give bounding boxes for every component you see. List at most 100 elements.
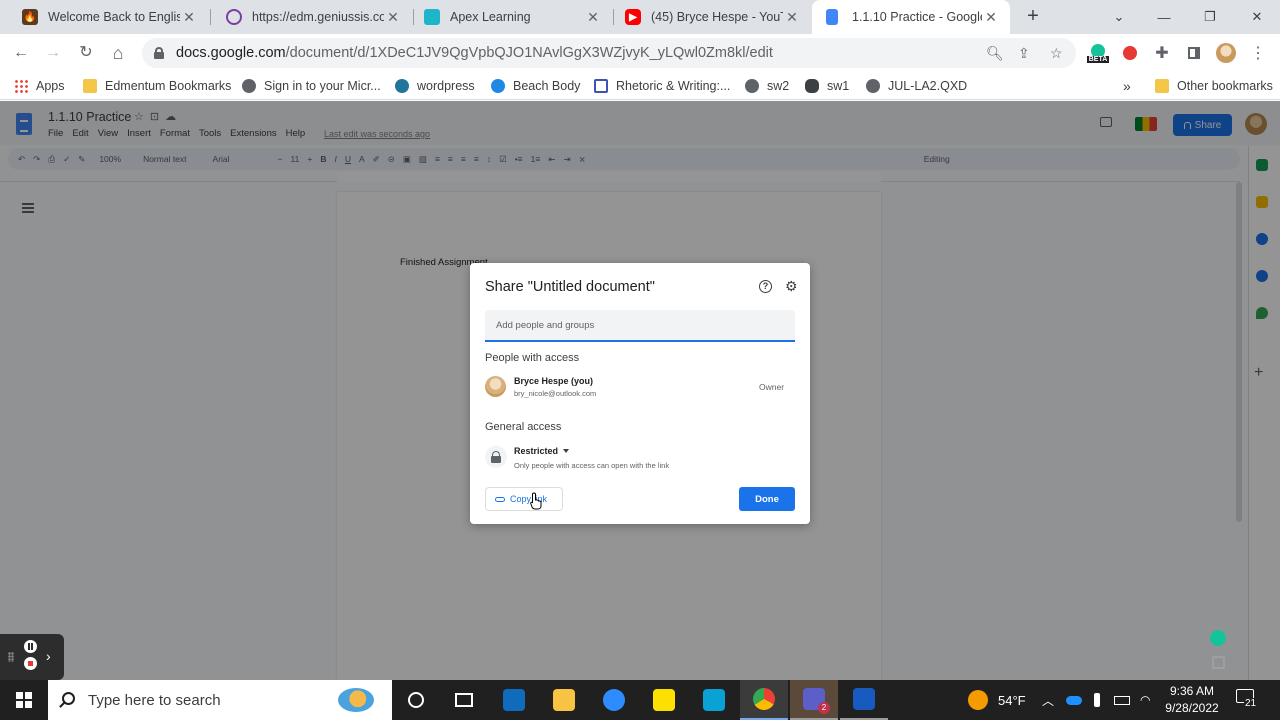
bookmark-edmentum[interactable]: Edmentum Bookmarks bbox=[83, 77, 231, 95]
sidebar-toggle-icon[interactable] bbox=[1183, 42, 1205, 64]
taskbar-search[interactable]: Type here to search bbox=[48, 680, 392, 720]
bookmark-microsoft[interactable]: Sign in to your Micr... bbox=[242, 77, 381, 95]
windows-logo-icon bbox=[16, 692, 32, 708]
tab-geniussis[interactable]: https://edm.geniussis.com ✕ bbox=[212, 0, 412, 34]
url-host: docs.google.com bbox=[176, 45, 286, 61]
taskbar-outlook[interactable] bbox=[490, 680, 538, 720]
share-page-icon[interactable]: ⇪ bbox=[1018, 45, 1030, 62]
bookmark-sw1[interactable]: sw1 bbox=[805, 77, 849, 95]
taskbar-teams[interactable]: 2 bbox=[790, 680, 838, 720]
grammarly-beta-extension[interactable]: BETA bbox=[1086, 42, 1110, 64]
close-window-button[interactable]: ✕ bbox=[1234, 0, 1280, 34]
bookmark-sw2[interactable]: sw2 bbox=[745, 77, 789, 95]
taskbar-zoom[interactable] bbox=[590, 680, 638, 720]
bookmark-label: sw2 bbox=[767, 79, 790, 93]
bookmark-beach-body[interactable]: Beach Body bbox=[491, 77, 580, 95]
avatar bbox=[485, 376, 506, 397]
search-highlight-icon bbox=[338, 688, 374, 712]
caret-down-icon bbox=[563, 449, 570, 453]
task-view-button[interactable] bbox=[392, 680, 440, 720]
tab-welcome-back[interactable]: 🔥 Welcome Back to English ✕ bbox=[8, 0, 208, 34]
bookmark-apps[interactable]: Apps bbox=[14, 77, 65, 95]
close-tab-icon[interactable]: ✕ bbox=[783, 9, 801, 26]
pause-icon[interactable] bbox=[24, 640, 37, 653]
close-tab-icon[interactable]: ✕ bbox=[384, 9, 402, 26]
profile-avatar[interactable] bbox=[1215, 42, 1237, 64]
globe-icon bbox=[745, 79, 759, 93]
notification-center[interactable]: 21 bbox=[1236, 689, 1258, 711]
apps-grid-icon bbox=[14, 79, 28, 93]
tab-title: 1.1.10 Practice - Google Docs bbox=[852, 10, 982, 24]
bulb-favicon-icon bbox=[226, 9, 242, 25]
bookmark-rhetoric[interactable]: Rhetoric & Writing:... bbox=[594, 77, 730, 95]
outlook-icon bbox=[503, 689, 525, 711]
back-button[interactable]: ← bbox=[10, 42, 32, 64]
done-button[interactable]: Done bbox=[739, 487, 795, 511]
taskbar-search-placeholder: Type here to search bbox=[88, 691, 221, 709]
explore-icon[interactable] bbox=[1212, 656, 1225, 669]
bookmark-star-icon[interactable]: ☆ bbox=[1050, 45, 1063, 62]
access-level-dropdown[interactable]: Restricted bbox=[514, 446, 570, 456]
tab-strip: 🔥 Welcome Back to English ✕ https://edm.… bbox=[0, 0, 1280, 34]
url-path: /document/d/1XDeC1JV9QgVpbQJO1NAvlGgX3WZ… bbox=[285, 45, 773, 61]
bookmark-label: Edmentum Bookmarks bbox=[105, 79, 232, 93]
help-icon[interactable]: ? bbox=[759, 280, 772, 293]
copy-link-button[interactable]: Copy link bbox=[485, 487, 563, 511]
search-icon[interactable]: 🔍︎ bbox=[986, 45, 1004, 62]
wifi-icon[interactable]: ◠ bbox=[1140, 680, 1150, 720]
general-access-heading: General access bbox=[485, 421, 562, 433]
home-button[interactable]: ⌂ bbox=[107, 42, 129, 64]
gear-icon[interactable]: ⚙ bbox=[785, 278, 798, 295]
start-button[interactable] bbox=[0, 680, 48, 720]
address-bar[interactable]: docs.google.com/document/d/1XDeC1JV9QgVp… bbox=[142, 38, 1076, 68]
other-bookmarks[interactable]: Other bookmarks bbox=[1155, 77, 1273, 95]
folder-icon bbox=[83, 79, 97, 93]
kebab-menu-icon[interactable]: ⋮ bbox=[1247, 42, 1269, 64]
bookmark-label: Sign in to your Micr... bbox=[264, 79, 381, 93]
hand-cursor-icon bbox=[530, 492, 542, 510]
bookmarks-overflow-button[interactable]: » bbox=[1123, 77, 1131, 95]
taskbar-store[interactable] bbox=[690, 680, 738, 720]
record-extension-icon[interactable] bbox=[1119, 42, 1141, 64]
chevron-right-icon[interactable]: › bbox=[46, 648, 51, 664]
lock-icon[interactable] bbox=[154, 47, 164, 59]
store-icon bbox=[703, 689, 725, 711]
new-tab-button[interactable]: + bbox=[1022, 6, 1044, 28]
battery-icon[interactable] bbox=[1114, 680, 1130, 720]
restore-button[interactable]: ❐ bbox=[1187, 0, 1233, 34]
usb-icon[interactable] bbox=[1094, 680, 1100, 720]
taskbar-chrome[interactable] bbox=[740, 680, 788, 720]
tray-overflow-icon[interactable]: ︿ bbox=[1042, 680, 1054, 720]
taskbar-sticky-notes[interactable] bbox=[640, 680, 688, 720]
close-tab-icon[interactable]: ✕ bbox=[180, 9, 198, 26]
weather-widget[interactable]: 54°F bbox=[968, 680, 1026, 720]
cortana-icon bbox=[408, 692, 424, 708]
drag-handle-icon[interactable] bbox=[8, 652, 14, 662]
browser-toolbar: ← → ↻ ⌂ docs.google.com/document/d/1XDeC… bbox=[0, 34, 1280, 72]
docs-favicon-icon bbox=[826, 9, 838, 25]
close-tab-icon[interactable]: ✕ bbox=[982, 9, 1000, 26]
tab-google-docs[interactable]: 1.1.10 Practice - Google Docs ✕ bbox=[812, 0, 1010, 34]
task-view-icon[interactable] bbox=[440, 680, 488, 720]
system-clock[interactable]: 9:36 AM 9/28/2022 bbox=[1160, 683, 1224, 717]
stop-record-icon[interactable] bbox=[24, 657, 37, 670]
tab-youtube[interactable]: ▶ (45) Bryce Hespe - YouTube ✕ bbox=[611, 0, 811, 34]
tab-apex-learning[interactable]: Apex Learning ✕ bbox=[410, 0, 612, 34]
taskbar-word[interactable] bbox=[840, 680, 888, 720]
close-tab-icon[interactable]: ✕ bbox=[584, 9, 602, 26]
globe-icon bbox=[242, 79, 256, 93]
bookmark-jul-la2[interactable]: JUL-LA2.QXD bbox=[866, 77, 967, 95]
taskbar-file-explorer[interactable] bbox=[540, 680, 588, 720]
bookmark-wordpress[interactable]: wordpress bbox=[395, 77, 475, 95]
minimize-button[interactable]: — bbox=[1141, 0, 1187, 34]
tab-search-button[interactable]: ⌄ bbox=[1096, 0, 1142, 34]
tab-title: https://edm.geniussis.com bbox=[252, 10, 384, 24]
clock-time: 9:36 AM bbox=[1169, 684, 1215, 698]
grammarly-floating-icon[interactable] bbox=[1210, 630, 1226, 646]
puzzle-extensions-icon[interactable]: ✚ bbox=[1151, 42, 1173, 64]
url-text[interactable]: docs.google.com/document/d/1XDeC1JV9QgVp… bbox=[176, 45, 773, 61]
onedrive-icon[interactable] bbox=[1066, 680, 1082, 720]
forward-button[interactable]: → bbox=[42, 42, 64, 64]
add-people-input[interactable] bbox=[485, 310, 795, 342]
reload-button[interactable]: ↻ bbox=[75, 42, 97, 64]
